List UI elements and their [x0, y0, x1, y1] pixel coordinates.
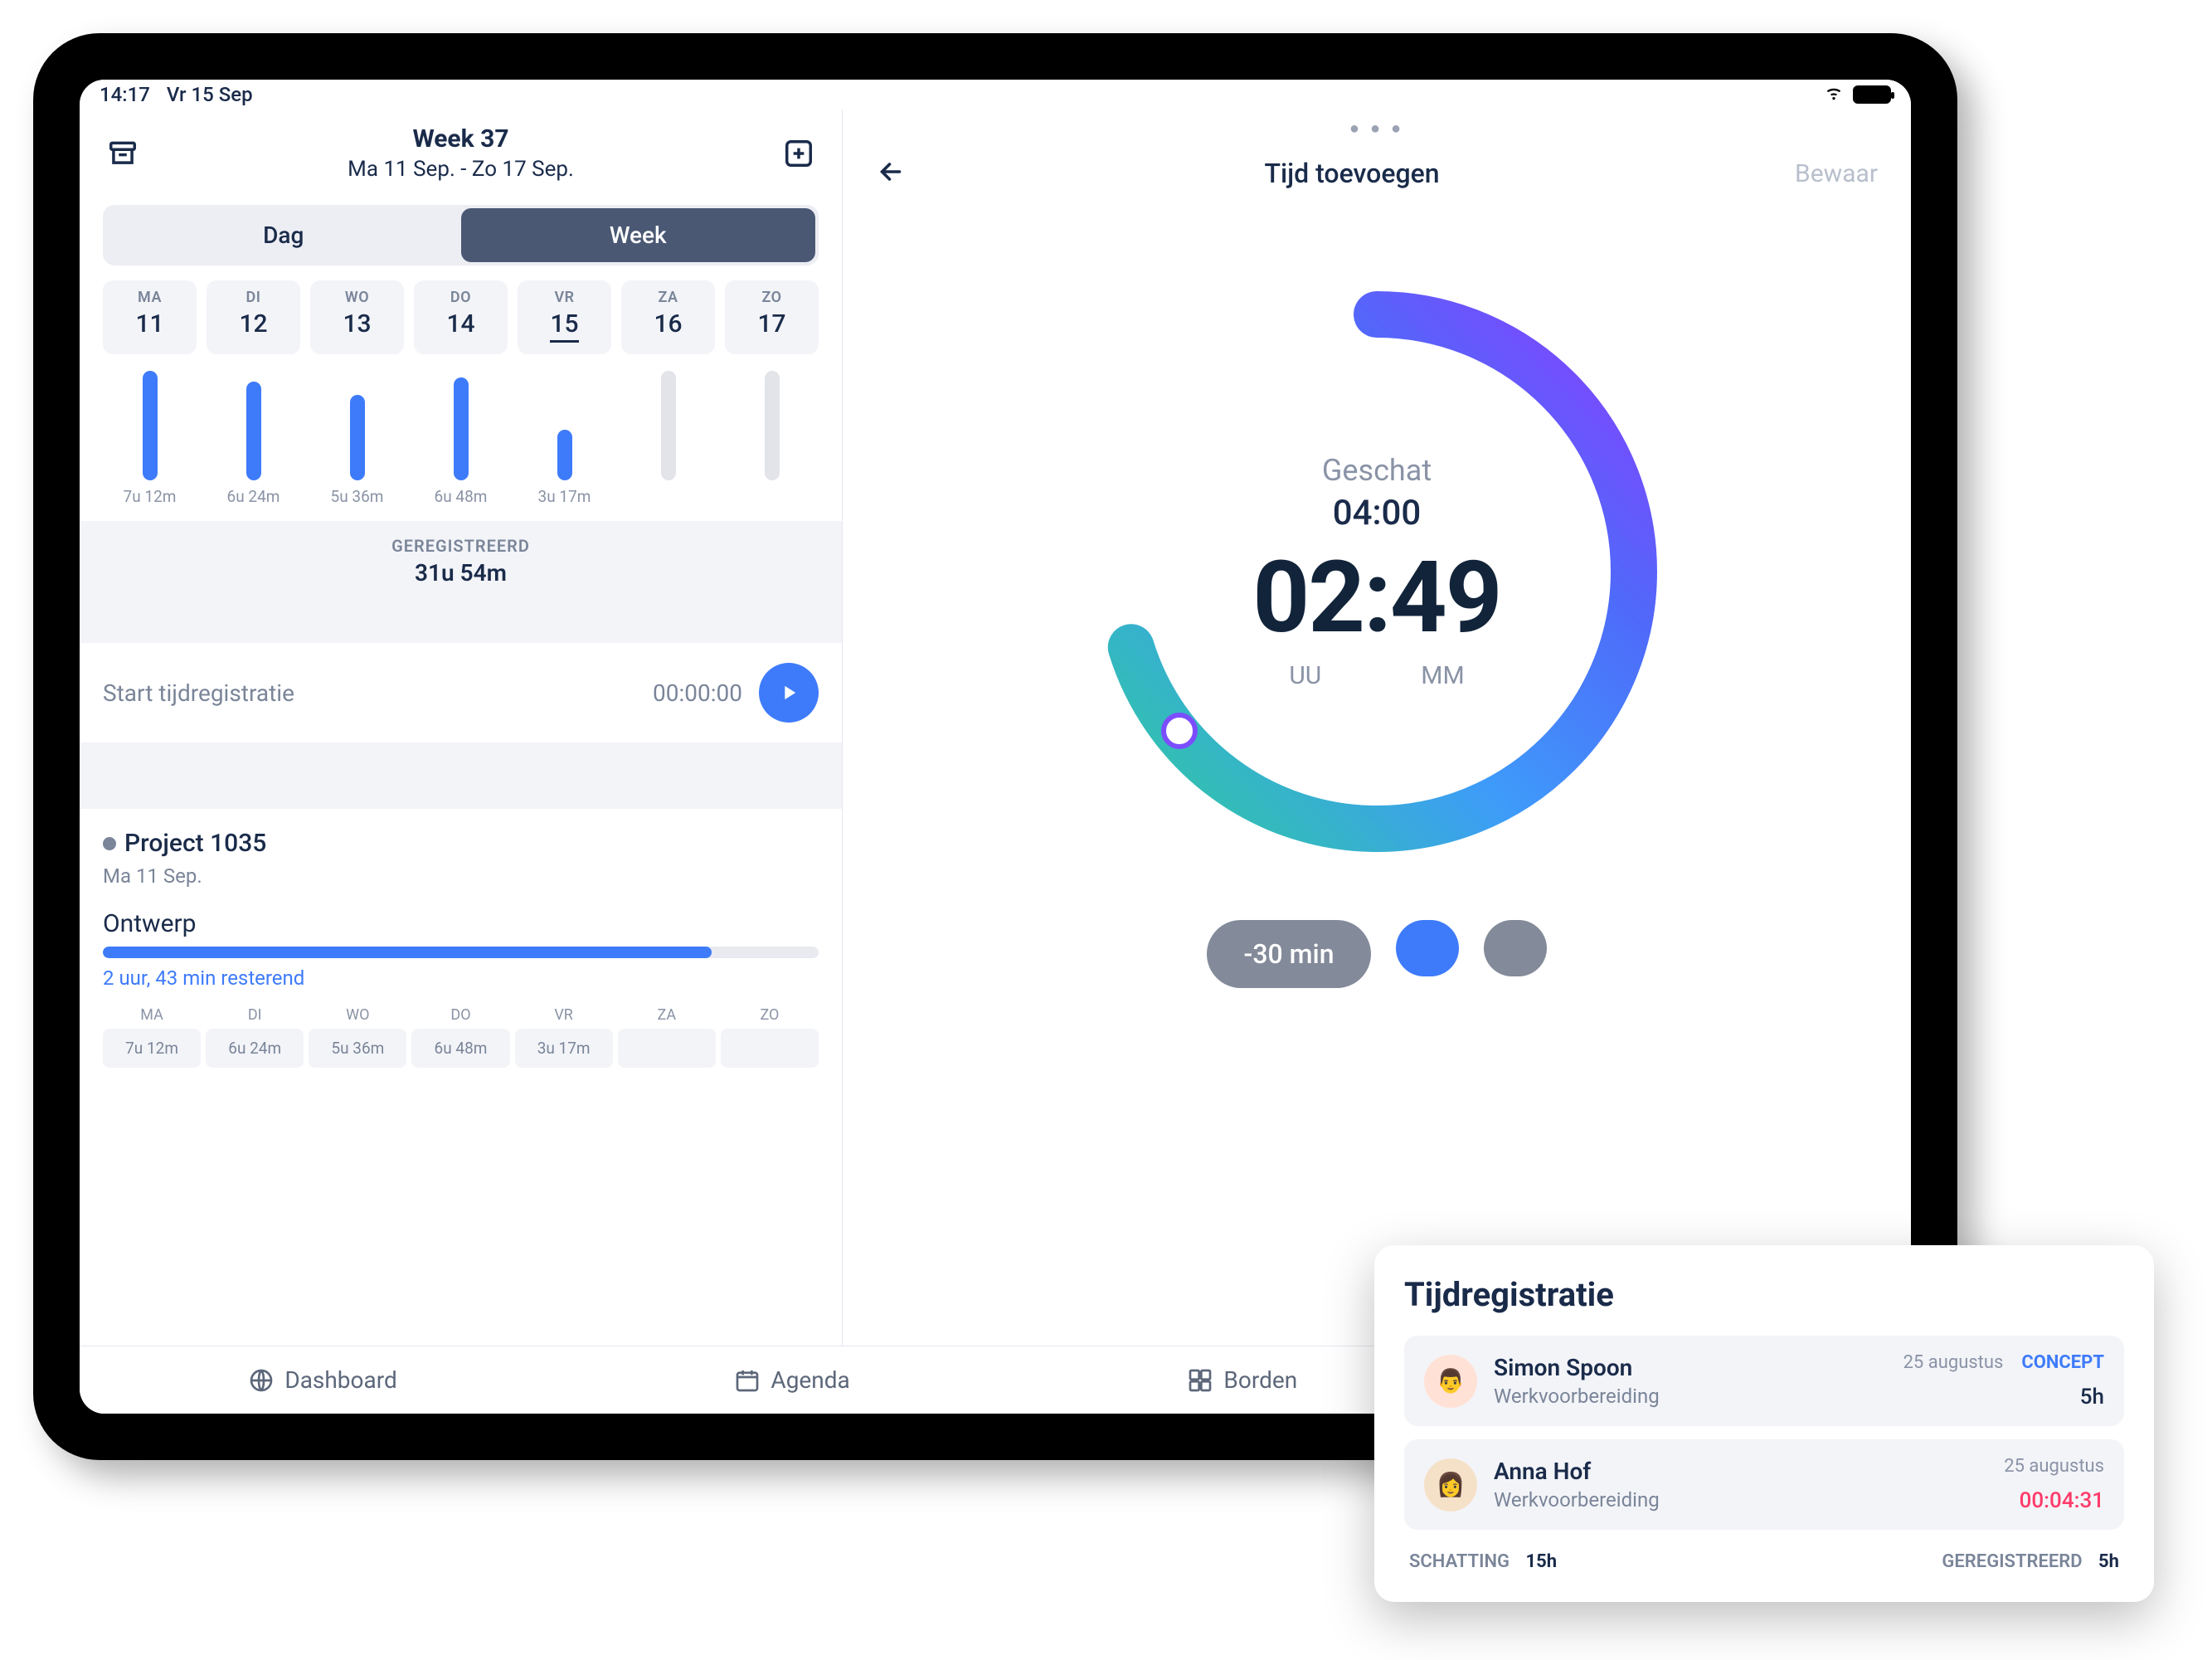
reg-label: GEREGISTREERD [1942, 1551, 2082, 1572]
main-time: 02:49 [1252, 540, 1500, 656]
dag-week-segmented[interactable]: Dag Week [103, 205, 819, 265]
start-time: 00:00:00 [653, 679, 742, 707]
project-section: Project 1035 Ma 11 Sep. Ontwerp 2 uur, 4… [80, 809, 842, 1088]
remaining-text: 2 uur, 43 min resterend [103, 966, 819, 990]
project-date: Ma 11 Sep. [103, 864, 819, 888]
minus-30-button[interactable]: -30 min [1207, 920, 1370, 988]
estimate-label: Geschat [1322, 453, 1432, 488]
entry-status-tag: CONCEPT [2021, 1352, 2104, 1373]
archive-icon[interactable] [103, 134, 143, 173]
entry-hours: 5h [1903, 1385, 2104, 1409]
nav-borden[interactable]: Borden [1187, 1366, 1297, 1394]
uu-label: UU [1289, 661, 1321, 690]
seg-week[interactable]: Week [461, 208, 816, 262]
registered-value: 31u 54m [80, 559, 842, 587]
week-title: Week 37 [143, 124, 779, 153]
day-tab-do[interactable]: DO14 [414, 280, 508, 354]
tijdregistratie-card: Tijdregistratie 👨 Simon Spoon Werkvoorbe… [1374, 1245, 2154, 1602]
task-name: Ontwerp [103, 909, 819, 938]
day-tab-vr[interactable]: VR15 [518, 280, 611, 354]
mini-day-headers: MA DI WO DO VR ZA ZO [103, 1006, 819, 1024]
estimate-value: 04:00 [1333, 493, 1422, 533]
right-pane: ● ● ● Tijd toevoegen Bewaar [843, 110, 1911, 1414]
statusbar-date: Vr 15 Sep [167, 83, 253, 106]
project-name: Project 1035 [124, 829, 266, 858]
project-header[interactable]: Project 1035 [103, 829, 819, 858]
entry-hours: 00:04:31 [2004, 1488, 2104, 1513]
time-dial[interactable]: Geschat 04:00 02:49 UU MM [843, 273, 1911, 870]
mm-label: MM [1421, 661, 1464, 690]
screen: 14:17 Vr 15 Sep Week 37 Ma 11 [80, 80, 1911, 1414]
seg-dag[interactable]: Dag [106, 208, 461, 262]
plus-30-button[interactable] [1484, 920, 1547, 976]
entry-date: 25 augustus [1903, 1352, 2004, 1373]
mini-day-values: 7u 12m 6u 24m 5u 36m 6u 48m 3u 17m [103, 1029, 819, 1068]
registered-label: GEREGISTREERD [80, 536, 842, 556]
spacer [80, 742, 842, 809]
globe-icon [248, 1367, 275, 1394]
day-tab-ma[interactable]: MA11 [103, 280, 197, 354]
time-entry[interactable]: 👨 Simon Spoon Werkvoorbereiding 25 augus… [1404, 1336, 2124, 1426]
day-tab-za[interactable]: ZA16 [621, 280, 715, 354]
ios-statusbar: 14:17 Vr 15 Sep [80, 80, 1911, 110]
overlay-title: Tijdregistratie [1404, 1275, 2124, 1314]
statusbar-time: 14:17 [100, 83, 150, 106]
project-status-dot [103, 837, 116, 850]
wifi-icon [1823, 83, 1845, 106]
est-value: 15h [1526, 1551, 1558, 1572]
drag-handle-icon[interactable]: ● ● ● [843, 110, 1911, 147]
time-adjust-pills: -30 min [843, 920, 1911, 988]
entry-sub: Werkvoorbereiding [1494, 1385, 1887, 1408]
reg-value: 5h [2098, 1551, 2119, 1572]
progress-bar [103, 947, 819, 958]
add-button[interactable] [779, 134, 819, 173]
entry-name: Anna Hof [1494, 1458, 1987, 1485]
back-button[interactable] [876, 157, 909, 190]
day-tab-di[interactable]: DI12 [207, 280, 300, 354]
avatar: 👨 [1424, 1355, 1477, 1408]
time-entry[interactable]: 👩 Anna Hof Werkvoorbereiding 25 augustus… [1404, 1439, 2124, 1530]
entry-date: 25 augustus [2004, 1456, 2104, 1477]
week-bars [80, 354, 842, 487]
overlay-footer: SCHATTING 15h GEREGISTREERD 5h [1404, 1543, 2124, 1572]
week-range: Ma 11 Sep. - Zo 17 Sep. [143, 157, 779, 182]
day-tabs: MA11 DI12 WO13 DO14 VR15 ZA16 ZO17 [80, 280, 842, 354]
play-button[interactable] [759, 663, 819, 723]
nav-dashboard[interactable]: Dashboard [248, 1366, 396, 1394]
day-tab-zo[interactable]: ZO17 [725, 280, 819, 354]
save-button[interactable]: Bewaar [1795, 159, 1878, 188]
right-title: Tijd toevoegen [909, 158, 1795, 189]
ok-button[interactable] [1396, 920, 1459, 976]
day-tab-wo[interactable]: WO13 [310, 280, 404, 354]
calendar-icon [734, 1367, 761, 1394]
avatar: 👩 [1424, 1458, 1477, 1512]
nav-agenda[interactable]: Agenda [734, 1366, 849, 1394]
start-label: Start tijdregistratie [103, 679, 636, 707]
left-pane: Week 37 Ma 11 Sep. - Zo 17 Sep. Dag Week… [80, 110, 843, 1414]
spacer [80, 601, 842, 643]
bar-labels: 7u 12m 6u 24m 5u 36m 6u 48m 3u 17m [80, 487, 842, 521]
entry-name: Simon Spoon [1494, 1354, 1887, 1381]
registered-summary: GEREGISTREERD 31u 54m [80, 521, 842, 601]
battery-icon [1853, 85, 1891, 104]
est-label: SCHATTING [1409, 1551, 1510, 1572]
dial-handle[interactable] [1161, 713, 1198, 749]
entry-sub: Werkvoorbereiding [1494, 1488, 1987, 1512]
start-registration-row[interactable]: Start tijdregistratie 00:00:00 [80, 643, 842, 742]
boards-icon [1187, 1367, 1213, 1394]
